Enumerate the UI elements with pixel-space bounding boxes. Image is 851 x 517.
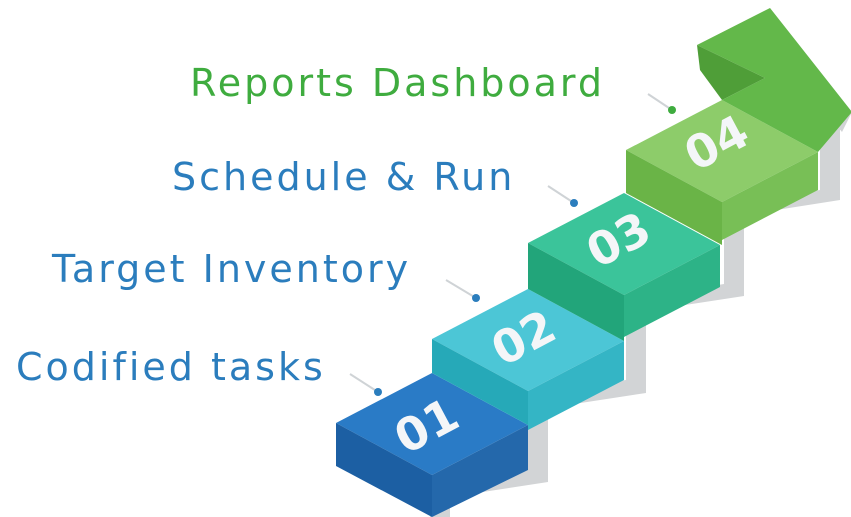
staircase-diagram: 01 02 03 04 Codified tasks Target Invent…: [0, 0, 851, 517]
leader-dot-1: [374, 388, 382, 396]
leader-line-2: [445, 279, 477, 299]
leader-line-1: [349, 373, 379, 393]
leader-line-3: [547, 185, 575, 204]
staircase-canvas: 01 02 03 04 Codified tasks Target Invent…: [16, 8, 851, 517]
leader-dot-3: [570, 199, 578, 207]
leader-dot-2: [472, 294, 480, 302]
leader-line-4: [647, 93, 673, 111]
label-reports-dashboard: Reports Dashboard: [190, 61, 605, 105]
leader-dot-4: [668, 106, 676, 114]
label-codified-tasks: Codified tasks: [16, 345, 326, 389]
label-target-inventory: Target Inventory: [51, 247, 411, 291]
label-schedule-run: Schedule & Run: [172, 155, 515, 199]
